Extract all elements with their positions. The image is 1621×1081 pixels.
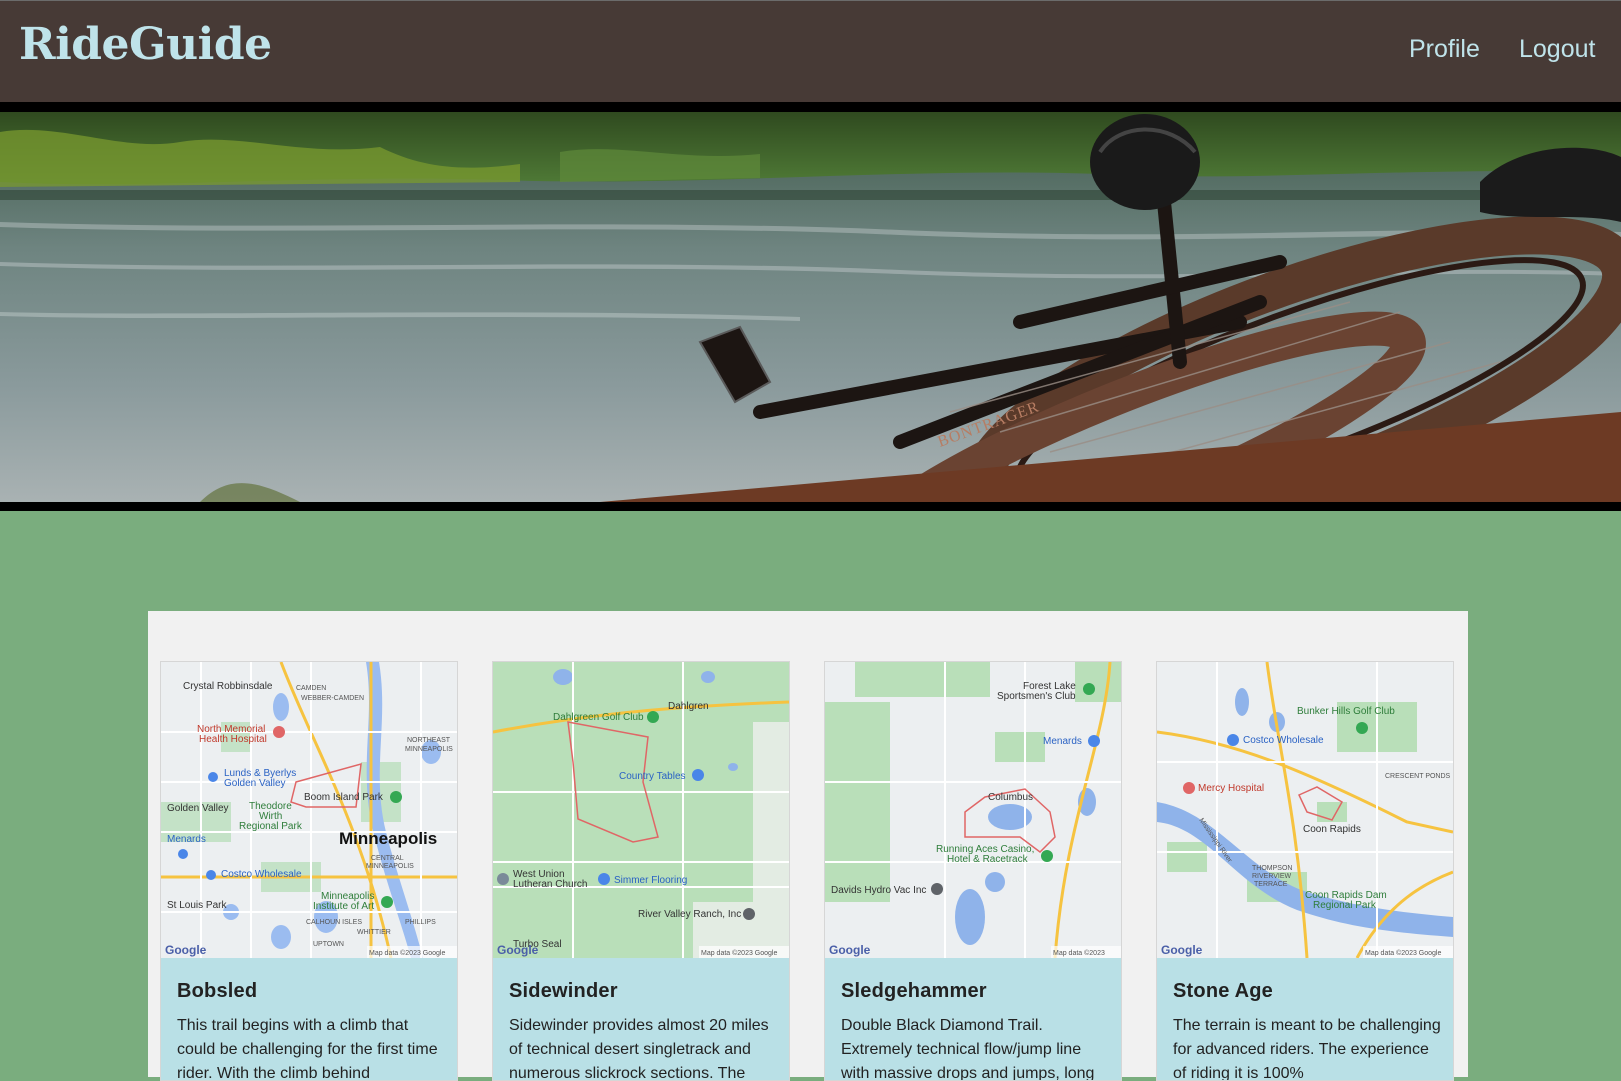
trail-title: Sidewinder	[509, 980, 618, 1002]
svg-text:Coon Rapids: Coon Rapids	[1303, 824, 1361, 835]
svg-text:Institute of Art: Institute of Art	[313, 901, 374, 912]
trail-description: The terrain is meant to be challenging f…	[1173, 1017, 1441, 1081]
trail-description: Double Black Diamond Trail. Extremely te…	[841, 1017, 1095, 1081]
svg-text:UPTOWN: UPTOWN	[313, 941, 344, 948]
trail-map[interactable]: Dahlgren Dahlgreen Golf Club Country Tab…	[493, 662, 789, 958]
svg-text:PHILLIPS: PHILLIPS	[405, 919, 436, 926]
svg-text:Map data ©2023: Map data ©2023	[1053, 949, 1105, 957]
svg-text:RIVERVIEW: RIVERVIEW	[1252, 873, 1292, 880]
svg-text:WHITTIER: WHITTIER	[357, 929, 391, 936]
svg-text:Regional Park: Regional Park	[239, 821, 303, 832]
svg-text:Menards: Menards	[1043, 736, 1082, 747]
svg-text:WEBBER-CAMDEN: WEBBER-CAMDEN	[301, 695, 364, 702]
svg-text:Sportsmen's Club: Sportsmen's Club	[997, 691, 1076, 702]
svg-text:Crystal Robbinsdale: Crystal Robbinsdale	[183, 681, 273, 692]
svg-text:River Valley Ranch, Inc: River Valley Ranch, Inc	[638, 909, 741, 920]
trail-cards-panel: Crystal Robbinsdale CAMDEN WEBBER-CAMDEN…	[148, 611, 1468, 1081]
trail-title: Bobsled	[177, 980, 258, 1002]
trail-description: Sidewinder provides almost 20 miles of t…	[509, 1017, 769, 1081]
svg-text:Mercy Hospital: Mercy Hospital	[1198, 783, 1264, 794]
svg-text:Regional Park: Regional Park	[1313, 900, 1377, 911]
svg-text:TERRACE: TERRACE	[1254, 881, 1288, 888]
svg-text:Lutheran Church: Lutheran Church	[513, 879, 588, 890]
svg-text:Davids Hydro Vac Inc: Davids Hydro Vac Inc	[831, 885, 926, 896]
trail-description: This trail begins with a climb that coul…	[177, 1017, 438, 1081]
svg-text:Simmer Flooring: Simmer Flooring	[614, 875, 687, 886]
svg-text:Hotel & Racetrack: Hotel & Racetrack	[947, 854, 1029, 865]
trail-card[interactable]: Crystal Robbinsdale CAMDEN WEBBER-CAMDEN…	[160, 661, 458, 1081]
svg-text:Health Hospital: Health Hospital	[199, 734, 267, 745]
bike-by-lake-photo: BONTRAGER	[0, 112, 1621, 502]
svg-text:Google: Google	[165, 943, 207, 957]
svg-text:Map data ©2023 Google: Map data ©2023 Google	[701, 949, 777, 957]
brand-logo[interactable]: RideGuide	[19, 19, 272, 70]
svg-text:Columbus: Columbus	[988, 792, 1033, 803]
svg-text:Country Tables: Country Tables	[619, 771, 686, 782]
svg-text:St Louis Park: St Louis Park	[167, 900, 227, 911]
trail-map[interactable]: Forest Lake Sportsmen's Club Menards Col…	[825, 662, 1121, 958]
navbar: RideGuide Profile Logout	[0, 0, 1621, 102]
svg-text:THOMPSON: THOMPSON	[1252, 865, 1292, 872]
nav-profile-link[interactable]: Profile	[1409, 35, 1480, 64]
trail-title: Stone Age	[1173, 980, 1273, 1002]
nav-logout-link[interactable]: Logout	[1519, 35, 1595, 64]
svg-text:MINNEAPOLIS: MINNEAPOLIS	[405, 746, 453, 753]
svg-text:Dahlgren: Dahlgren	[668, 701, 709, 712]
svg-text:Costco Wholesale: Costco Wholesale	[221, 869, 302, 880]
trail-card[interactable]: Bunker Hills Golf Club Costco Wholesale …	[1156, 661, 1454, 1081]
svg-text:Golden Valley: Golden Valley	[224, 778, 286, 789]
svg-text:NORTHEAST: NORTHEAST	[407, 737, 451, 744]
trail-map[interactable]: Crystal Robbinsdale CAMDEN WEBBER-CAMDEN…	[161, 662, 457, 958]
svg-text:Map data ©2023 Google: Map data ©2023 Google	[1365, 949, 1441, 957]
trail-map[interactable]: Bunker Hills Golf Club Costco Wholesale …	[1157, 662, 1453, 958]
svg-text:CENTRAL: CENTRAL	[371, 855, 404, 862]
svg-text:CAMDEN: CAMDEN	[296, 685, 326, 692]
svg-text:Menards: Menards	[167, 834, 206, 845]
svg-text:Golden Valley: Golden Valley	[167, 803, 229, 814]
hero-banner: BONTRAGER	[0, 102, 1621, 511]
svg-text:Costco Wholesale: Costco Wholesale	[1243, 735, 1324, 746]
svg-text:Boom Island Park: Boom Island Park	[304, 792, 384, 803]
svg-text:Google: Google	[1161, 943, 1203, 957]
svg-text:CRESCENT PONDS: CRESCENT PONDS	[1385, 773, 1451, 780]
svg-text:Google: Google	[497, 943, 539, 957]
svg-text:CALHOUN ISLES: CALHOUN ISLES	[306, 919, 362, 926]
trail-card[interactable]: Dahlgren Dahlgreen Golf Club Country Tab…	[492, 661, 790, 1081]
trail-card[interactable]: Forest Lake Sportsmen's Club Menards Col…	[824, 661, 1122, 1081]
svg-text:MINNEAPOLIS: MINNEAPOLIS	[366, 863, 414, 870]
svg-text:Minneapolis: Minneapolis	[339, 829, 437, 848]
svg-text:Dahlgreen Golf Club: Dahlgreen Golf Club	[553, 712, 644, 723]
svg-text:Map data ©2023 Google: Map data ©2023 Google	[369, 949, 445, 957]
trail-title: Sledgehammer	[841, 980, 987, 1002]
svg-text:Google: Google	[829, 943, 871, 957]
svg-text:Bunker Hills Golf Club: Bunker Hills Golf Club	[1297, 706, 1395, 717]
